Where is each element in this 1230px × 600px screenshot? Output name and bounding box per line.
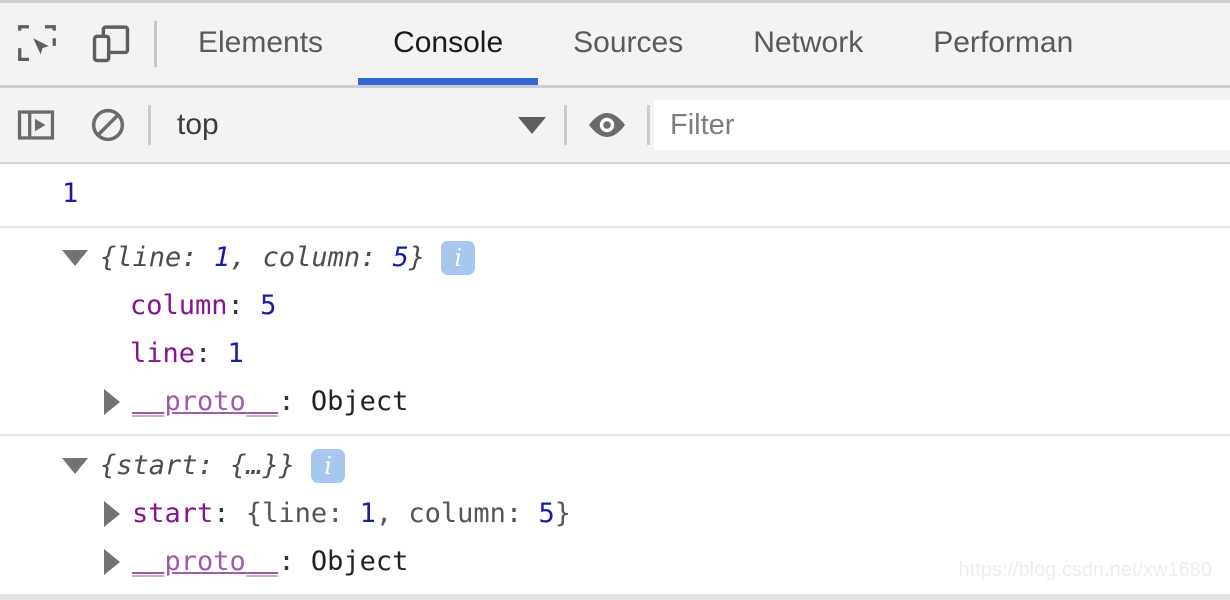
- object-preview: {line: 1, column: 5}: [100, 234, 425, 282]
- disclosure-triangle-collapsed[interactable]: [104, 501, 120, 527]
- device-toolbar-icon[interactable]: [74, 3, 148, 85]
- property-separator: :: [278, 546, 311, 577]
- property-separator: :: [278, 386, 311, 417]
- tab-console[interactable]: Console: [358, 0, 539, 85]
- nested-value-column: 5: [538, 498, 555, 529]
- filter-input[interactable]: [654, 100, 1230, 150]
- chevron-down-icon: [518, 116, 546, 134]
- tab-sources[interactable]: Sources: [538, 0, 718, 85]
- devtools-tab-list: Elements Console Sources Network Perform…: [163, 0, 1108, 88]
- disclosure-triangle-expanded[interactable]: [62, 250, 88, 266]
- watermark: https://blog.csdn.net/xw1680: [958, 559, 1213, 581]
- nested-close-brace: }: [554, 498, 571, 529]
- property-key-proto: __proto__: [132, 546, 279, 577]
- preview-key-line: line:: [116, 242, 214, 273]
- property-separator: :: [227, 290, 261, 321]
- clear-console-icon[interactable]: [72, 88, 144, 162]
- console-number-value: 1: [62, 178, 79, 209]
- property-value-preview: {line: 1, column: 5}: [246, 490, 571, 538]
- tab-console-label: Console: [393, 25, 504, 59]
- nested-separator: ,: [375, 498, 409, 529]
- nested-value-line: 1: [359, 498, 376, 529]
- console-message[interactable]: {line: 1, column: 5} i column: 5 line: 1…: [0, 228, 1230, 436]
- object-property-row[interactable]: __proto__: Object: [0, 378, 1230, 426]
- object-property-row[interactable]: line: 1: [0, 330, 1230, 378]
- toolbar-divider: [154, 21, 157, 67]
- tab-network[interactable]: Network: [718, 0, 898, 85]
- console-message-list[interactable]: 1 {line: 1, column: 5} i column: 5 line:…: [0, 164, 1230, 600]
- devtools-window: Elements Console Sources Network Perform…: [0, 0, 1230, 600]
- preview-value-column: 5: [392, 242, 409, 273]
- disclosure-triangle-collapsed[interactable]: [104, 549, 120, 575]
- property-key: column: [130, 290, 228, 321]
- preview-close-brace: }: [408, 242, 426, 273]
- tab-elements-label: Elements: [198, 25, 324, 59]
- filterbar-divider-3: [647, 105, 650, 145]
- execution-context-value: top: [177, 108, 219, 141]
- console-filter-toolbar: top: [0, 88, 1230, 164]
- property-value: Object: [310, 546, 409, 577]
- toolbar-icon-group: [0, 3, 163, 85]
- tab-performance[interactable]: Performan: [898, 0, 1108, 85]
- property-key: line: [130, 338, 196, 369]
- disclosure-triangle-collapsed[interactable]: [104, 389, 120, 415]
- property-value: 1: [227, 338, 244, 369]
- preview-key-start: start:: [116, 450, 231, 481]
- tab-sources-label: Sources: [573, 25, 684, 59]
- inspect-element-icon[interactable]: [0, 3, 74, 85]
- preview-separator: ,: [230, 242, 263, 273]
- property-key-proto: __proto__: [132, 386, 279, 417]
- preview-value-start: {…}: [230, 450, 279, 481]
- clear-console-glyph: [91, 108, 125, 142]
- nested-open-brace: {: [245, 498, 263, 529]
- execution-context-selector[interactable]: top: [155, 88, 560, 162]
- property-value: Object: [310, 386, 409, 417]
- filterbar-divider-2: [564, 105, 567, 145]
- filterbar-divider-1: [148, 105, 151, 145]
- console-sidebar-glyph: [17, 110, 55, 140]
- preview-value-line: 1: [213, 242, 231, 273]
- preview-key-column: column:: [262, 242, 393, 273]
- info-badge-icon[interactable]: i: [441, 241, 476, 275]
- devtools-tabbar: Elements Console Sources Network Perform…: [0, 0, 1230, 88]
- disclosure-triangle-expanded[interactable]: [62, 458, 88, 474]
- info-badge-icon[interactable]: i: [311, 449, 346, 483]
- console-sidebar-icon[interactable]: [0, 88, 72, 162]
- eye-icon[interactable]: [571, 88, 643, 162]
- device-toolbar-glyph: [92, 25, 130, 63]
- console-message[interactable]: 1: [0, 164, 1230, 228]
- object-property-row[interactable]: start: {line: 1, column: 5}: [0, 490, 1230, 538]
- preview-close-brace: }: [278, 450, 296, 481]
- window-bottom-edge: [0, 596, 1230, 600]
- tab-performance-label: Performan: [933, 25, 1074, 59]
- eye-glyph: [589, 113, 625, 137]
- property-key: start: [132, 498, 214, 529]
- inspect-element-glyph: [18, 25, 56, 61]
- preview-open-brace: {: [100, 242, 117, 273]
- nested-key-line: line:: [262, 498, 360, 529]
- property-value: 5: [260, 290, 277, 321]
- property-separator: :: [213, 498, 246, 529]
- tab-elements[interactable]: Elements: [163, 0, 358, 85]
- nested-key-column: column:: [408, 498, 539, 529]
- tab-network-label: Network: [753, 25, 864, 59]
- object-property-row[interactable]: column: 5: [0, 282, 1230, 330]
- object-preview: {start: {…}}: [100, 442, 295, 490]
- preview-open-brace: {: [100, 450, 117, 481]
- property-separator: :: [195, 338, 228, 369]
